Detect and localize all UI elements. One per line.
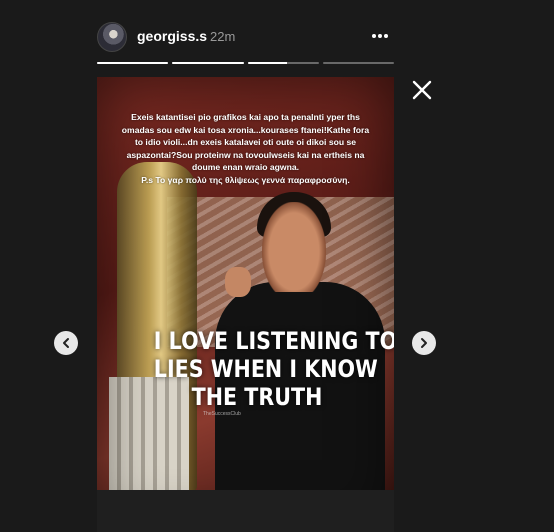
close-icon bbox=[412, 80, 432, 100]
progress-segment bbox=[172, 62, 244, 64]
progress-segment bbox=[322, 62, 394, 64]
more-options-icon bbox=[372, 34, 388, 38]
progress-segment bbox=[97, 62, 169, 64]
progress-segment bbox=[247, 62, 319, 64]
story-header: georgiss.s 22m bbox=[97, 18, 394, 56]
story-progress bbox=[97, 62, 394, 65]
close-button[interactable] bbox=[410, 78, 434, 102]
watermark: TheSuccessClub bbox=[203, 411, 241, 417]
username[interactable]: georgiss.s bbox=[137, 28, 207, 44]
previous-story-button[interactable] bbox=[54, 331, 78, 355]
next-story-button[interactable] bbox=[412, 331, 436, 355]
timestamp: 22m bbox=[210, 29, 236, 44]
more-options-button[interactable] bbox=[370, 26, 390, 46]
chevron-right-icon bbox=[421, 338, 427, 348]
avatar[interactable] bbox=[97, 22, 127, 52]
quote-text: I LOVE LISTENING TO LIES WHEN I KNOW THE… bbox=[153, 327, 394, 411]
chevron-left-icon bbox=[63, 338, 69, 348]
story-viewer: georgiss.s 22m Exeis katantisei pio graf… bbox=[0, 0, 554, 532]
story-caption: Exeis katantisei pio grafikos kai apo ta… bbox=[121, 112, 370, 185]
story-media[interactable]: Exeis katantisei pio grafikos kai apo ta… bbox=[97, 77, 394, 532]
